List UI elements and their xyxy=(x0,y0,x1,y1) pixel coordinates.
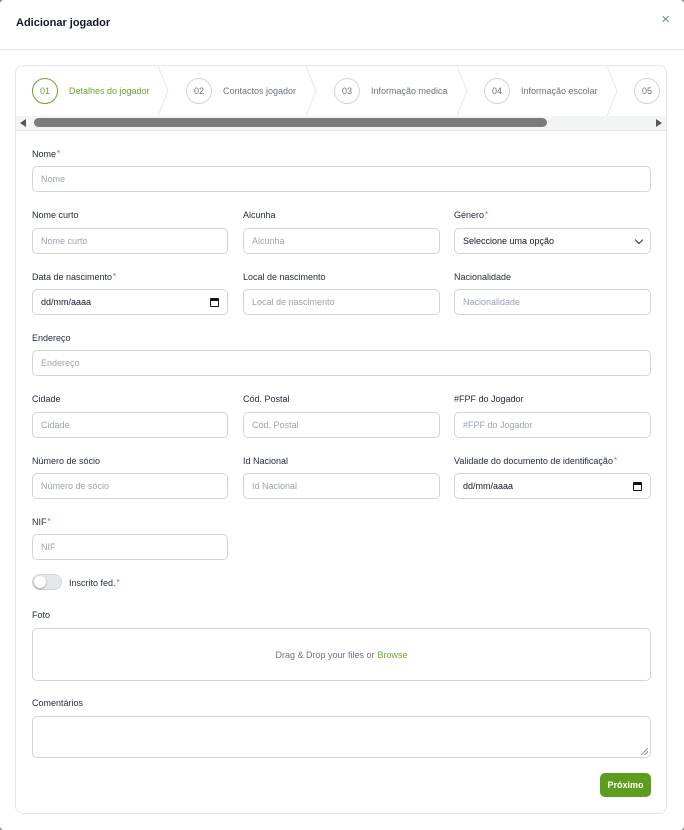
nacionalidade-input[interactable]: Nacionalidade xyxy=(454,289,651,315)
cidade-label: Cidade xyxy=(32,394,61,404)
comentarios-label: Comentários xyxy=(32,698,84,708)
genero-select-value: Seleccione uma opção xyxy=(463,236,555,246)
cidade-input[interactable]: Cidade xyxy=(32,412,228,438)
id-nacional-input[interactable]: Id Nacional xyxy=(243,473,440,499)
scrollbar-thumb[interactable] xyxy=(34,118,547,127)
validade-doc-input[interactable]: dd/mm/aaaa xyxy=(454,473,651,499)
resize-handle-icon[interactable] xyxy=(641,748,648,755)
dropzone-text: Drag & Drop your files or xyxy=(275,649,375,660)
step-divider-icon xyxy=(157,66,169,116)
modal-header: Adicionar jogador × xyxy=(0,0,684,50)
step-player-details[interactable]: 01 Detalhes do jogador xyxy=(32,78,150,104)
calendar-icon[interactable] xyxy=(633,482,642,491)
step-number: 04 xyxy=(484,78,510,104)
date-value: dd/mm/aaaa xyxy=(463,481,514,491)
nome-curto-label: Nome curto xyxy=(32,210,79,220)
endereco-label: Endereço xyxy=(32,333,71,343)
step-number: 05 xyxy=(634,78,660,104)
nif-label: NIF* xyxy=(32,517,51,527)
scroll-left-arrow-icon[interactable] xyxy=(20,119,26,127)
genero-label: Género* xyxy=(454,210,489,220)
step-number: 03 xyxy=(334,78,360,104)
comentarios-textarea[interactable] xyxy=(32,716,651,758)
endereco-input[interactable]: Endereço xyxy=(32,350,651,376)
step-divider-icon xyxy=(606,66,618,116)
add-player-modal: Adicionar jogador × 01 Detalhes do jogad… xyxy=(0,0,684,830)
step-label: Contactos jogador xyxy=(223,86,297,96)
alcunha-input[interactable]: Alcunha xyxy=(243,228,440,254)
step-divider-icon xyxy=(305,66,317,116)
file-dropzone[interactable]: Drag & Drop your files or Browse xyxy=(32,628,651,681)
numero-socio-label: Número de sócio xyxy=(32,456,101,466)
inscrito-toggle[interactable] xyxy=(32,574,62,590)
validade-doc-label: Validade do documento de identificação* xyxy=(454,456,618,466)
numero-socio-input[interactable]: Número de sócio xyxy=(32,473,228,499)
form-card: 01 Detalhes do jogador 02 Contactos joga… xyxy=(15,65,667,814)
toggle-knob xyxy=(34,576,46,588)
step-label: Informação medica xyxy=(371,86,448,96)
divider xyxy=(16,130,666,131)
step-5[interactable]: 05 xyxy=(634,78,660,104)
fpf-input[interactable]: #FPF do Jogador xyxy=(454,412,651,438)
step-divider-icon xyxy=(456,66,468,116)
genero-select[interactable]: Seleccione uma opção xyxy=(454,228,651,254)
nome-label: Nome* xyxy=(32,149,61,159)
nif-input[interactable]: NIF xyxy=(32,534,228,560)
local-nascimento-input[interactable]: Local de nascimento xyxy=(243,289,440,315)
step-number: 01 xyxy=(32,78,58,104)
next-button[interactable]: Próximo xyxy=(600,773,651,797)
step-label: Detalhes do jogador xyxy=(69,86,150,96)
id-nacional-label: Id Nacional xyxy=(243,456,289,466)
local-nascimento-label: Local de nascimento xyxy=(243,272,326,282)
alcunha-label: Alcunha xyxy=(243,210,276,220)
nacionalidade-label: Nacionalidade xyxy=(454,272,512,282)
nome-curto-input[interactable]: Nome curto xyxy=(32,228,228,254)
step-player-contacts[interactable]: 02 Contactos jogador xyxy=(186,78,296,104)
modal-title: Adicionar jogador xyxy=(16,17,111,29)
browse-link[interactable]: Browse xyxy=(378,650,408,660)
step-number: 02 xyxy=(186,78,212,104)
step-school-info[interactable]: 04 Informação escolar xyxy=(484,78,598,104)
cod-postal-input[interactable]: Cód. Postal xyxy=(243,412,440,438)
inscrito-label: Inscrito fed.* xyxy=(69,578,120,588)
step-label: Informação escolar xyxy=(521,86,598,96)
data-nascimento-label: Data de nascimento* xyxy=(32,272,117,282)
close-icon[interactable]: × xyxy=(661,12,670,27)
nome-input[interactable]: Nome xyxy=(32,166,651,192)
chevron-down-icon xyxy=(634,235,644,245)
stepper-scrollbar[interactable] xyxy=(16,116,666,130)
date-value: dd/mm/aaaa xyxy=(41,297,92,307)
step-medical-info[interactable]: 03 Informação medica xyxy=(334,78,448,104)
fpf-label: #FPF do Jogador xyxy=(454,394,524,404)
scroll-right-arrow-icon[interactable] xyxy=(656,119,662,127)
stepper: 01 Detalhes do jogador 02 Contactos joga… xyxy=(16,66,666,116)
calendar-icon[interactable] xyxy=(210,298,219,307)
data-nascimento-input[interactable]: dd/mm/aaaa xyxy=(32,289,228,315)
foto-label: Foto xyxy=(32,610,51,620)
cod-postal-label: Cód. Postal xyxy=(243,394,290,404)
